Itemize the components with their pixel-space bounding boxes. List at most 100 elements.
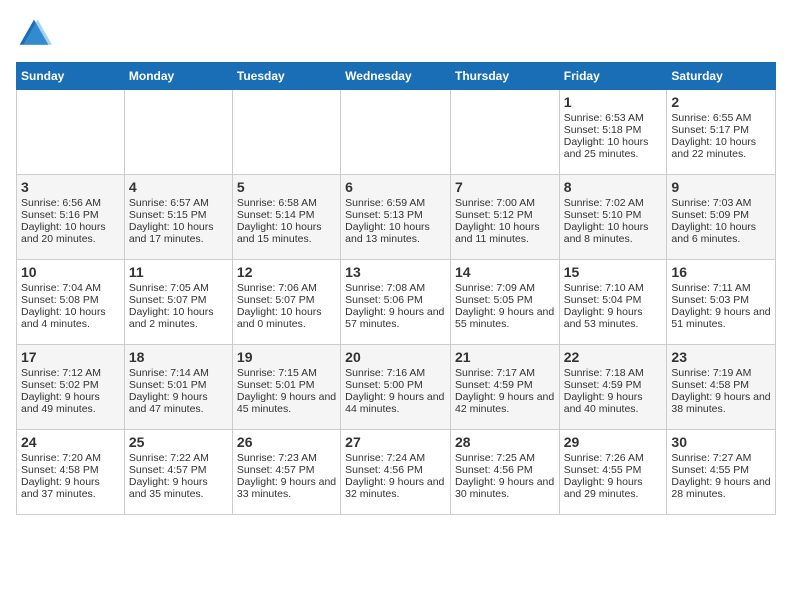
day-info: Sunrise: 7:22 AM (129, 452, 228, 464)
day-info: Daylight: 10 hours and 20 minutes. (21, 221, 120, 245)
day-info: Sunset: 4:55 PM (671, 464, 771, 476)
day-info: Sunset: 4:56 PM (455, 464, 555, 476)
day-info: Sunset: 5:01 PM (129, 379, 228, 391)
calendar-cell (17, 90, 125, 175)
day-info: Daylight: 10 hours and 11 minutes. (455, 221, 555, 245)
calendar-cell: 24Sunrise: 7:20 AMSunset: 4:58 PMDayligh… (17, 430, 125, 515)
calendar-cell: 4Sunrise: 6:57 AMSunset: 5:15 PMDaylight… (124, 175, 232, 260)
day-info: Daylight: 10 hours and 6 minutes. (671, 221, 771, 245)
day-info: Sunrise: 6:55 AM (671, 112, 771, 124)
calendar-week-row: 1Sunrise: 6:53 AMSunset: 5:18 PMDaylight… (17, 90, 776, 175)
day-info: Sunset: 5:10 PM (564, 209, 663, 221)
day-info: Daylight: 9 hours and 32 minutes. (345, 476, 446, 500)
day-info: Sunset: 5:12 PM (455, 209, 555, 221)
day-info: Sunrise: 6:57 AM (129, 197, 228, 209)
day-info: Daylight: 9 hours and 47 minutes. (129, 391, 228, 415)
calendar-cell: 25Sunrise: 7:22 AMSunset: 4:57 PMDayligh… (124, 430, 232, 515)
day-info: Sunset: 5:16 PM (21, 209, 120, 221)
day-info: Sunset: 5:06 PM (345, 294, 446, 306)
day-info: Sunrise: 7:06 AM (237, 282, 336, 294)
weekday-header-saturday: Saturday (667, 63, 776, 90)
day-info: Sunset: 5:00 PM (345, 379, 446, 391)
day-info: Daylight: 9 hours and 28 minutes. (671, 476, 771, 500)
calendar-cell: 27Sunrise: 7:24 AMSunset: 4:56 PMDayligh… (341, 430, 451, 515)
day-info: Daylight: 10 hours and 4 minutes. (21, 306, 120, 330)
day-number: 4 (129, 179, 228, 195)
day-info: Daylight: 9 hours and 45 minutes. (237, 391, 336, 415)
day-number: 27 (345, 434, 446, 450)
day-number: 21 (455, 349, 555, 365)
calendar-cell: 19Sunrise: 7:15 AMSunset: 5:01 PMDayligh… (232, 345, 340, 430)
day-number: 13 (345, 264, 446, 280)
day-number: 11 (129, 264, 228, 280)
day-info: Sunrise: 7:19 AM (671, 367, 771, 379)
day-info: Sunrise: 7:05 AM (129, 282, 228, 294)
day-number: 3 (21, 179, 120, 195)
day-info: Daylight: 9 hours and 53 minutes. (564, 306, 663, 330)
page-header (16, 16, 776, 52)
calendar-cell (232, 90, 340, 175)
day-info: Sunset: 4:57 PM (237, 464, 336, 476)
day-info: Sunset: 4:59 PM (455, 379, 555, 391)
day-info: Daylight: 10 hours and 0 minutes. (237, 306, 336, 330)
calendar-cell: 6Sunrise: 6:59 AMSunset: 5:13 PMDaylight… (341, 175, 451, 260)
day-number: 8 (564, 179, 663, 195)
day-number: 12 (237, 264, 336, 280)
day-number: 26 (237, 434, 336, 450)
day-info: Sunrise: 7:09 AM (455, 282, 555, 294)
calendar-week-row: 17Sunrise: 7:12 AMSunset: 5:02 PMDayligh… (17, 345, 776, 430)
day-info: Sunset: 4:58 PM (671, 379, 771, 391)
calendar-cell: 15Sunrise: 7:10 AMSunset: 5:04 PMDayligh… (559, 260, 667, 345)
calendar-cell: 1Sunrise: 6:53 AMSunset: 5:18 PMDaylight… (559, 90, 667, 175)
day-info: Sunrise: 7:24 AM (345, 452, 446, 464)
calendar-cell: 11 Sunrise: 7:05 AMSunset: 5:07 PMDayligh… (124, 260, 232, 345)
day-info: Daylight: 9 hours and 33 minutes. (237, 476, 336, 500)
calendar-cell: 30Sunrise: 7:27 AMSunset: 4:55 PMDayligh… (667, 430, 776, 515)
day-info: Daylight: 10 hours and 25 minutes. (564, 136, 663, 160)
day-number: 16 (671, 264, 771, 280)
day-info: Daylight: 9 hours and 51 minutes. (671, 306, 771, 330)
day-number: 14 (455, 264, 555, 280)
day-info: Daylight: 9 hours and 49 minutes. (21, 391, 120, 415)
day-info: Sunrise: 6:58 AM (237, 197, 336, 209)
calendar-week-row: 24Sunrise: 7:20 AMSunset: 4:58 PMDayligh… (17, 430, 776, 515)
calendar-week-row: 3Sunrise: 6:56 AMSunset: 5:16 PMDaylight… (17, 175, 776, 260)
calendar-cell: 28Sunrise: 7:25 AMSunset: 4:56 PMDayligh… (450, 430, 559, 515)
calendar-cell: 12 Sunrise: 7:06 AMSunset: 5:07 PMDayligh… (232, 260, 340, 345)
day-info: Sunrise: 7:17 AM (455, 367, 555, 379)
day-info: Daylight: 9 hours and 30 minutes. (455, 476, 555, 500)
calendar-cell (124, 90, 232, 175)
day-number: 6 (345, 179, 446, 195)
day-info: Sunset: 4:59 PM (564, 379, 663, 391)
day-info: Sunset: 5:13 PM (345, 209, 446, 221)
day-info: Sunset: 5:07 PM (129, 294, 228, 306)
calendar-cell: 18Sunrise: 7:14 AMSunset: 5:01 PMDayligh… (124, 345, 232, 430)
calendar-cell (450, 90, 559, 175)
day-info: Daylight: 9 hours and 29 minutes. (564, 476, 663, 500)
calendar-cell: 21Sunrise: 7:17 AMSunset: 4:59 PMDayligh… (450, 345, 559, 430)
day-info: Sunrise: 7:16 AM (345, 367, 446, 379)
weekday-header-friday: Friday (559, 63, 667, 90)
day-info: Daylight: 9 hours and 55 minutes. (455, 306, 555, 330)
day-info: Sunrise: 7:18 AM (564, 367, 663, 379)
day-info: Sunrise: 7:08 AM (345, 282, 446, 294)
calendar-cell: 2Sunrise: 6:55 AMSunset: 5:17 PMDaylight… (667, 90, 776, 175)
day-info: Daylight: 9 hours and 35 minutes. (129, 476, 228, 500)
day-number: 19 (237, 349, 336, 365)
day-number: 15 (564, 264, 663, 280)
calendar-cell: 7Sunrise: 7:00 AMSunset: 5:12 PMDaylight… (450, 175, 559, 260)
day-info: Sunset: 5:05 PM (455, 294, 555, 306)
weekday-header-thursday: Thursday (450, 63, 559, 90)
day-info: Sunset: 5:07 PM (237, 294, 336, 306)
day-info: Sunrise: 7:15 AM (237, 367, 336, 379)
day-info: Sunset: 5:09 PM (671, 209, 771, 221)
day-info: Daylight: 9 hours and 40 minutes. (564, 391, 663, 415)
day-info: Daylight: 9 hours and 57 minutes. (345, 306, 446, 330)
calendar-table: SundayMondayTuesdayWednesdayThursdayFrid… (16, 62, 776, 515)
day-info: Sunrise: 7:00 AM (455, 197, 555, 209)
day-info: Daylight: 10 hours and 8 minutes. (564, 221, 663, 245)
day-info: Sunset: 5:14 PM (237, 209, 336, 221)
calendar-cell: 23Sunrise: 7:19 AMSunset: 4:58 PMDayligh… (667, 345, 776, 430)
calendar-cell: 26Sunrise: 7:23 AMSunset: 4:57 PMDayligh… (232, 430, 340, 515)
day-info: Daylight: 10 hours and 2 minutes. (129, 306, 228, 330)
